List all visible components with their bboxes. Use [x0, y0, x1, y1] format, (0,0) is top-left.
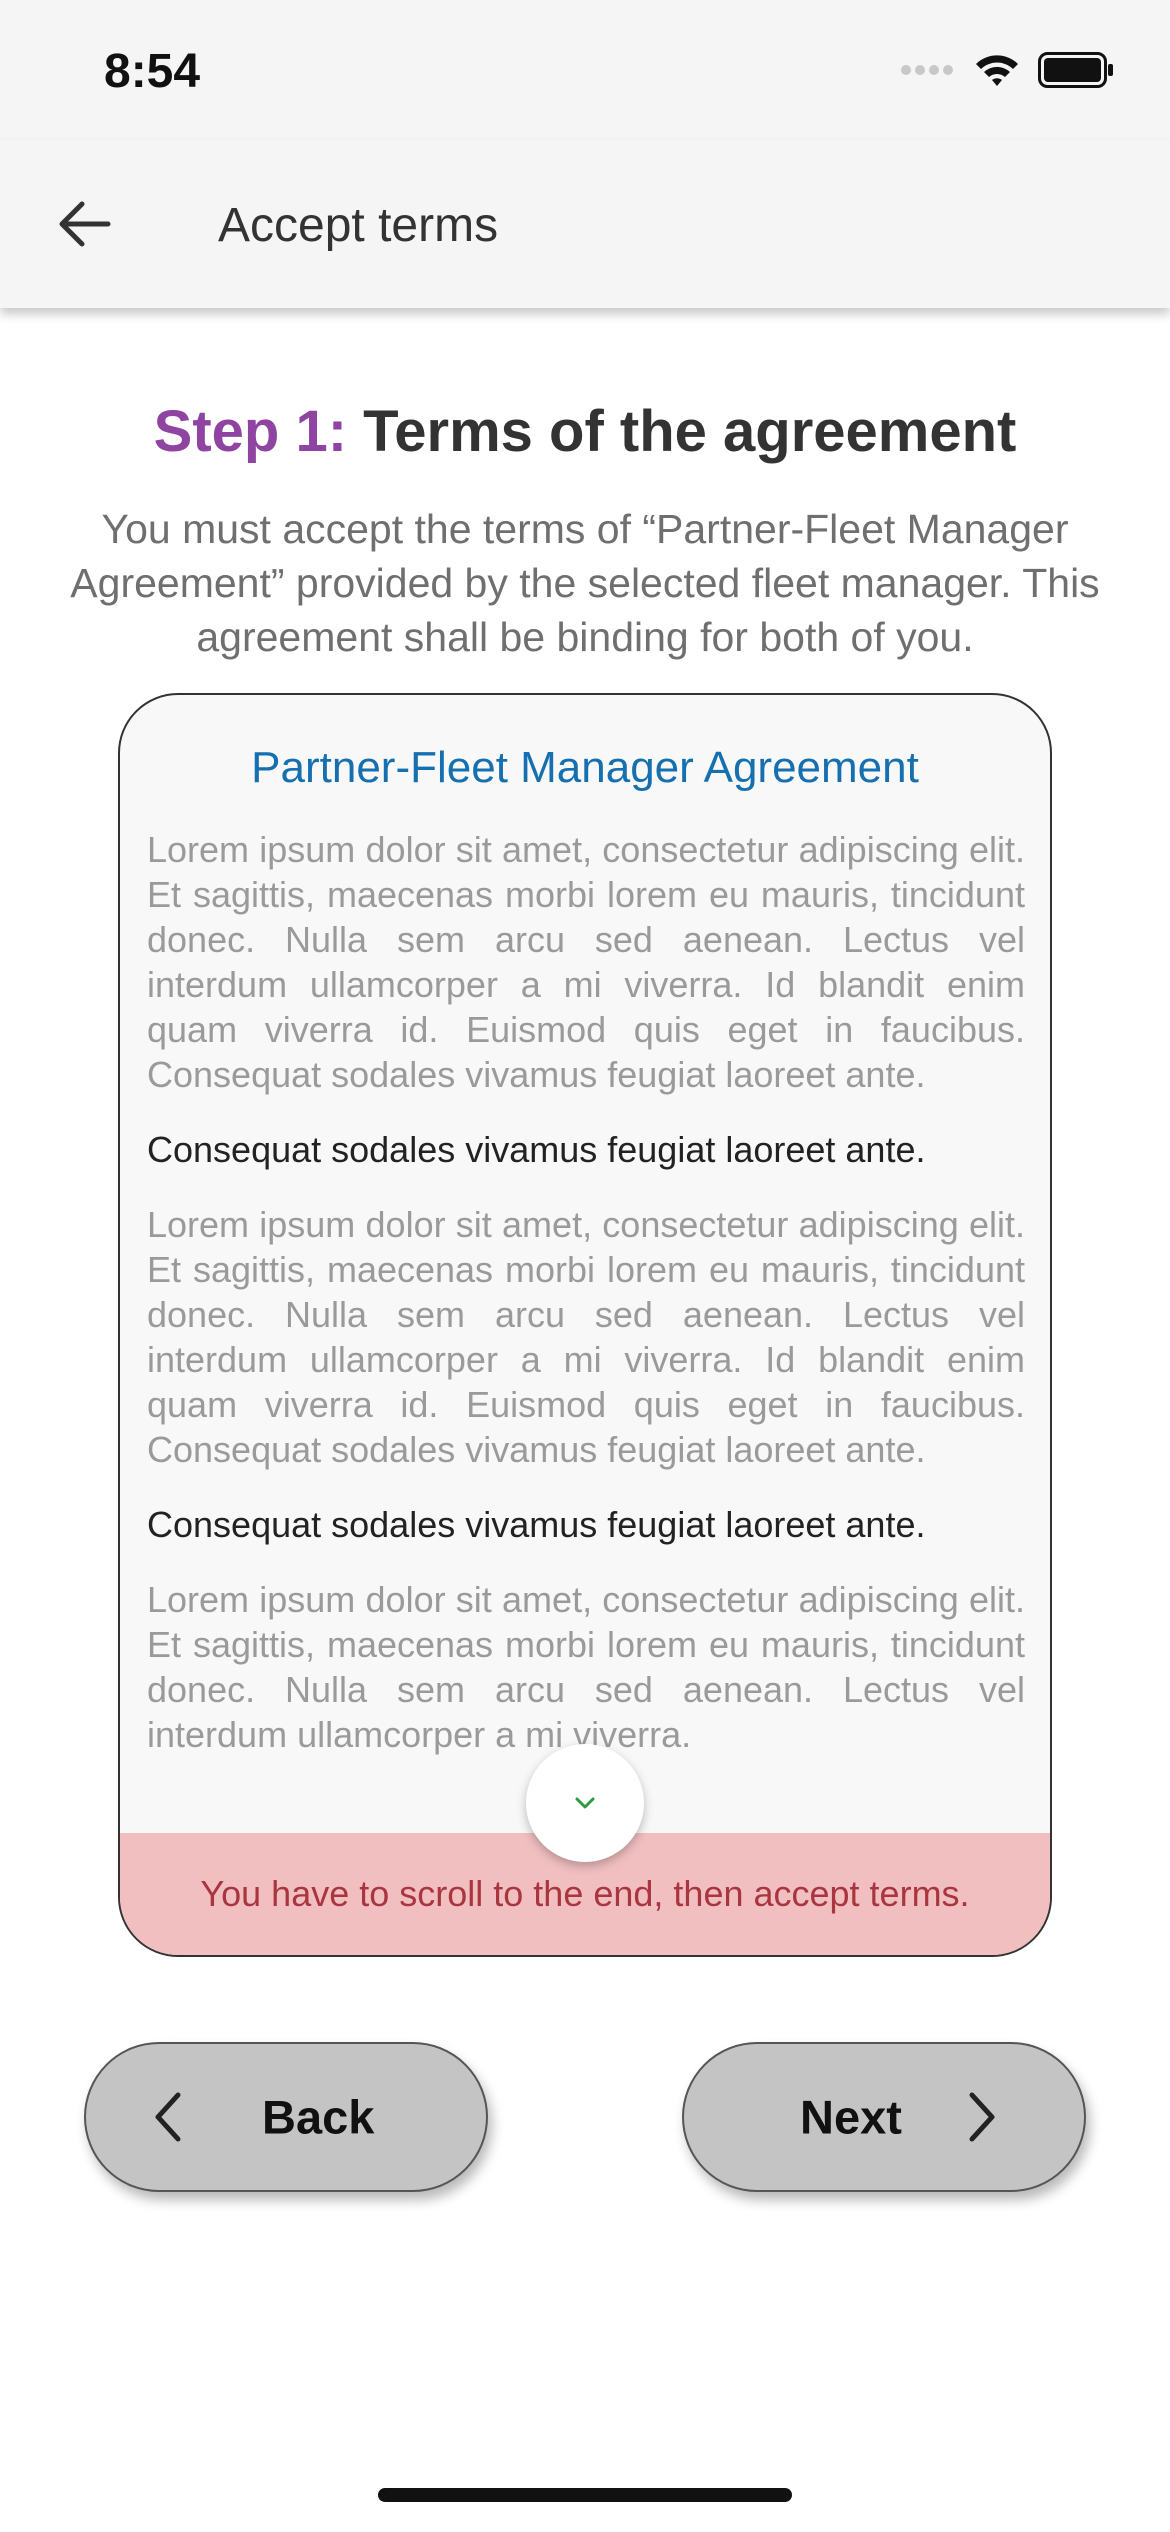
status-icons [900, 51, 1114, 93]
step-label: Step 1: [153, 399, 348, 464]
wifi-icon [974, 52, 1020, 93]
step-heading: Terms of the agreement [363, 399, 1017, 464]
next-button[interactable]: Next [682, 2042, 1086, 2192]
agreement-paragraph: Lorem ipsum dolor sit amet, consectetur … [147, 829, 1025, 1095]
step-title: Step 1: Terms of the agreement [0, 398, 1170, 465]
chevron-down-icon [573, 1795, 597, 1811]
next-button-label: Next [800, 2090, 902, 2144]
step-description: You must accept the terms of “Partner-Fl… [70, 506, 1100, 660]
battery-icon [1038, 51, 1114, 93]
back-button-label: Back [262, 2090, 375, 2144]
agreement-heading: Consequat sodales vivamus feugiat laoree… [147, 1129, 926, 1170]
scroll-down-button[interactable] [526, 1744, 644, 1862]
status-bar: 8:54 [0, 0, 1170, 140]
status-time: 8:54 [104, 45, 201, 98]
app-title: Accept terms [218, 199, 499, 252]
back-button[interactable]: Back [84, 2042, 488, 2192]
app-bar: Accept terms [0, 140, 1170, 308]
agreement-content[interactable]: Lorem ipsum dolor sit amet, consectetur … [147, 827, 1025, 1829]
agreement-paragraph: Lorem ipsum dolor sit amet, consectetur … [147, 1204, 1025, 1470]
agreement-paragraph: Lorem ipsum dolor sit amet, consectetur … [147, 1579, 1025, 1755]
arrow-left-icon[interactable] [50, 190, 118, 258]
agreement-title: Partner-Fleet Manager Agreement [251, 743, 919, 792]
chevron-right-icon [966, 2091, 998, 2143]
signal-icon [900, 63, 956, 82]
agreement-heading: Consequat sodales vivamus feugiat laoree… [147, 1504, 926, 1545]
chevron-left-icon [152, 2091, 184, 2143]
home-indicator [378, 2488, 792, 2502]
